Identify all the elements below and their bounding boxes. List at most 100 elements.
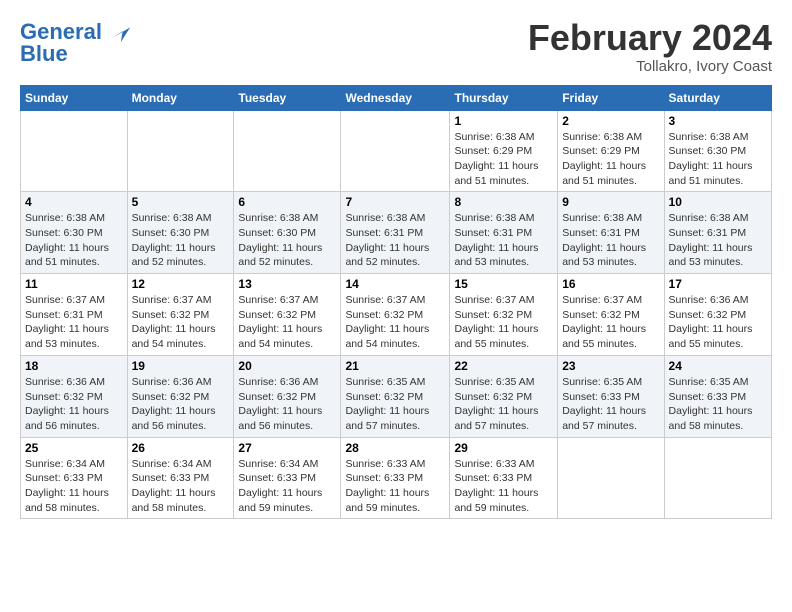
day-number: 23 [562, 359, 659, 373]
day-number: 4 [25, 195, 123, 209]
day-number: 25 [25, 441, 123, 455]
day-number: 9 [562, 195, 659, 209]
col-tuesday: Tuesday [234, 85, 341, 110]
day-number: 20 [238, 359, 336, 373]
day-info: Sunrise: 6:36 AMSunset: 6:32 PMDaylight:… [132, 375, 230, 434]
day-number: 24 [669, 359, 767, 373]
col-saturday: Saturday [664, 85, 771, 110]
cell-5-6 [558, 437, 664, 519]
cell-3-3: 13 Sunrise: 6:37 AMSunset: 6:32 PMDayligh… [234, 274, 341, 356]
cell-2-4: 7Sunrise: 6:38 AMSunset: 6:31 PMDaylight… [341, 192, 450, 274]
day-number: 29 [454, 441, 553, 455]
logo-blue-text: Blue [20, 41, 68, 66]
day-number: 21 [345, 359, 445, 373]
day-number: 17 [669, 277, 767, 291]
day-info: Sunrise: 6:36 AMSunset: 6:32 PMDaylight:… [238, 375, 336, 434]
col-sunday: Sunday [21, 85, 128, 110]
day-number: 6 [238, 195, 336, 209]
col-thursday: Thursday [450, 85, 558, 110]
cell-4-7: 24 Sunrise: 6:35 AMSunset: 6:33 PMDayligh… [664, 355, 771, 437]
day-number: 13 [238, 277, 336, 291]
day-number: 5 [132, 195, 230, 209]
day-info: Sunrise: 6:35 AMSunset: 6:32 PMDaylight:… [454, 375, 553, 434]
cell-2-5: 8 Sunrise: 6:38 AMSunset: 6:31 PMDaylight… [450, 192, 558, 274]
cell-3-4: 14 Sunrise: 6:37 AMSunset: 6:32 PMDayligh… [341, 274, 450, 356]
week-row-5: 25 Sunrise: 6:34 AMSunset: 6:33 PMDayligh… [21, 437, 772, 519]
main-title: February 2024 [528, 18, 772, 58]
cell-4-3: 20 Sunrise: 6:36 AMSunset: 6:32 PMDayligh… [234, 355, 341, 437]
day-number: 26 [132, 441, 230, 455]
day-number: 11 [25, 277, 123, 291]
header-row: Sunday Monday Tuesday Wednesday Thursday… [21, 85, 772, 110]
day-number: 22 [454, 359, 553, 373]
cell-5-5: 29Sunrise: 6:33 AMSunset: 6:33 PMDayligh… [450, 437, 558, 519]
cell-1-1 [21, 110, 128, 192]
day-info: Sunrise: 6:34 AMSunset: 6:33 PMDaylight:… [238, 457, 336, 516]
cell-3-2: 12 Sunrise: 6:37 AMSunset: 6:32 PMDayligh… [127, 274, 234, 356]
cell-5-7 [664, 437, 771, 519]
day-number: 19 [132, 359, 230, 373]
day-number: 16 [562, 277, 659, 291]
logo: General Blue [20, 18, 132, 66]
cell-2-2: 5Sunrise: 6:38 AMSunset: 6:30 PMDaylight… [127, 192, 234, 274]
day-number: 15 [454, 277, 553, 291]
day-info: Sunrise: 6:37 AMSunset: 6:32 PMDaylight:… [345, 293, 445, 352]
day-number: 8 [454, 195, 553, 209]
day-info: Sunrise: 6:38 AMSunset: 6:29 PMDaylight:… [562, 130, 659, 189]
day-number: 18 [25, 359, 123, 373]
day-number: 1 [454, 114, 553, 128]
cell-2-6: 9 Sunrise: 6:38 AMSunset: 6:31 PMDaylight… [558, 192, 664, 274]
day-info: Sunrise: 6:38 AMSunset: 6:30 PMDaylight:… [25, 211, 123, 270]
cell-3-5: 15 Sunrise: 6:37 AMSunset: 6:32 PMDayligh… [450, 274, 558, 356]
day-info: Sunrise: 6:38 AMSunset: 6:30 PMDaylight:… [669, 130, 767, 189]
col-wednesday: Wednesday [341, 85, 450, 110]
cell-1-6: 2 Sunrise: 6:38 AMSunset: 6:29 PMDaylight… [558, 110, 664, 192]
week-row-3: 11 Sunrise: 6:37 AMSunset: 6:31 PMDayligh… [21, 274, 772, 356]
day-number: 28 [345, 441, 445, 455]
cell-4-5: 22 Sunrise: 6:35 AMSunset: 6:32 PMDayligh… [450, 355, 558, 437]
cell-4-2: 19 Sunrise: 6:36 AMSunset: 6:32 PMDayligh… [127, 355, 234, 437]
day-info: Sunrise: 6:34 AMSunset: 6:33 PMDaylight:… [25, 457, 123, 516]
day-info: Sunrise: 6:33 AMSunset: 6:33 PMDaylight:… [345, 457, 445, 516]
week-row-1: 1 Sunrise: 6:38 AMSunset: 6:29 PMDaylight… [21, 110, 772, 192]
cell-1-7: 3 Sunrise: 6:38 AMSunset: 6:30 PMDaylight… [664, 110, 771, 192]
cell-4-6: 23 Sunrise: 6:35 AMSunset: 6:33 PMDayligh… [558, 355, 664, 437]
cell-3-6: 16 Sunrise: 6:37 AMSunset: 6:32 PMDayligh… [558, 274, 664, 356]
day-info: Sunrise: 6:36 AMSunset: 6:32 PMDaylight:… [669, 293, 767, 352]
day-info: Sunrise: 6:37 AMSunset: 6:31 PMDaylight:… [25, 293, 123, 352]
day-info: Sunrise: 6:38 AMSunset: 6:31 PMDaylight:… [454, 211, 553, 270]
day-info: Sunrise: 6:38 AMSunset: 6:30 PMDaylight:… [238, 211, 336, 270]
cell-5-1: 25 Sunrise: 6:34 AMSunset: 6:33 PMDayligh… [21, 437, 128, 519]
day-info: Sunrise: 6:37 AMSunset: 6:32 PMDaylight:… [238, 293, 336, 352]
col-monday: Monday [127, 85, 234, 110]
cell-2-3: 6 Sunrise: 6:38 AMSunset: 6:30 PMDaylight… [234, 192, 341, 274]
header: General Blue February 2024 Tollakro, Ivo… [20, 18, 772, 75]
cell-2-7: 10Sunrise: 6:38 AMSunset: 6:31 PMDayligh… [664, 192, 771, 274]
day-info: Sunrise: 6:34 AMSunset: 6:33 PMDaylight:… [132, 457, 230, 516]
week-row-2: 4 Sunrise: 6:38 AMSunset: 6:30 PMDaylight… [21, 192, 772, 274]
day-info: Sunrise: 6:37 AMSunset: 6:32 PMDaylight:… [562, 293, 659, 352]
cell-5-4: 28 Sunrise: 6:33 AMSunset: 6:33 PMDayligh… [341, 437, 450, 519]
day-info: Sunrise: 6:35 AMSunset: 6:33 PMDaylight:… [562, 375, 659, 434]
cell-1-4 [341, 110, 450, 192]
day-info: Sunrise: 6:36 AMSunset: 6:32 PMDaylight:… [25, 375, 123, 434]
day-info: Sunrise: 6:37 AMSunset: 6:32 PMDaylight:… [454, 293, 553, 352]
page: General Blue February 2024 Tollakro, Ivo… [0, 0, 792, 529]
col-friday: Friday [558, 85, 664, 110]
day-info: Sunrise: 6:37 AMSunset: 6:32 PMDaylight:… [132, 293, 230, 352]
day-number: 10 [669, 195, 767, 209]
subtitle: Tollakro, Ivory Coast [528, 58, 772, 75]
day-number: 2 [562, 114, 659, 128]
day-info: Sunrise: 6:35 AMSunset: 6:33 PMDaylight:… [669, 375, 767, 434]
cell-2-1: 4 Sunrise: 6:38 AMSunset: 6:30 PMDaylight… [21, 192, 128, 274]
day-number: 7 [345, 195, 445, 209]
cell-4-4: 21Sunrise: 6:35 AMSunset: 6:32 PMDayligh… [341, 355, 450, 437]
day-info: Sunrise: 6:38 AMSunset: 6:31 PMDaylight:… [562, 211, 659, 270]
day-number: 3 [669, 114, 767, 128]
day-info: Sunrise: 6:38 AMSunset: 6:29 PMDaylight:… [454, 130, 553, 189]
cell-4-1: 18 Sunrise: 6:36 AMSunset: 6:32 PMDayligh… [21, 355, 128, 437]
logo-icon [104, 18, 132, 46]
day-number: 14 [345, 277, 445, 291]
day-number: 12 [132, 277, 230, 291]
title-block: February 2024 Tollakro, Ivory Coast [528, 18, 772, 75]
